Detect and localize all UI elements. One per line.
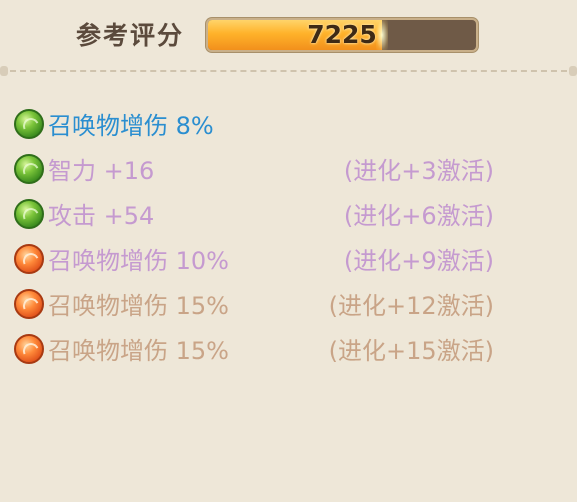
attribute-panel: 参考评分 7225 召唤物增伤 8% 智力 +16 (进化+3激活) 攻击 +5… xyxy=(0,0,577,502)
green-orb-icon xyxy=(14,109,44,139)
attribute-condition: (进化+15激活) xyxy=(328,337,494,365)
orange-orb-icon xyxy=(14,289,44,319)
attribute-row: 召唤物增伤 15% (进化+15激活) xyxy=(12,327,512,372)
score-header: 参考评分 7225 xyxy=(0,0,577,70)
attribute-name: 智力 +16 xyxy=(48,157,155,185)
attribute-condition: (进化+9激活) xyxy=(343,247,494,275)
orange-orb-icon xyxy=(14,334,44,364)
attribute-list: 召唤物增伤 8% 智力 +16 (进化+3激活) 攻击 +54 (进化+6激活)… xyxy=(12,102,512,372)
dashed-divider xyxy=(10,70,567,72)
attribute-name: 攻击 +54 xyxy=(48,202,155,230)
divider-end-left xyxy=(0,66,8,76)
orange-orb-icon xyxy=(14,244,44,274)
divider-end-right xyxy=(569,66,577,76)
attribute-condition: (进化+6激活) xyxy=(343,202,494,230)
attribute-row: 攻击 +54 (进化+6激活) xyxy=(12,192,512,237)
attribute-row: 召唤物增伤 15% (进化+12激活) xyxy=(12,282,512,327)
score-value: 7225 xyxy=(307,20,377,49)
score-label: 参考评分 xyxy=(76,21,185,50)
attribute-row: 召唤物增伤 8% xyxy=(12,102,512,147)
attribute-name: 召唤物增伤 15% xyxy=(48,292,229,320)
score-bar: 7225 xyxy=(208,20,476,50)
attribute-condition: (进化+3激活) xyxy=(343,157,494,185)
attribute-name: 召唤物增伤 10% xyxy=(48,247,229,275)
attribute-condition: (进化+12激活) xyxy=(328,292,494,320)
green-orb-icon xyxy=(14,199,44,229)
attribute-row: 召唤物增伤 10% (进化+9激活) xyxy=(12,237,512,282)
attribute-name: 召唤物增伤 15% xyxy=(48,337,229,365)
green-orb-icon xyxy=(14,154,44,184)
attribute-name: 召唤物增伤 8% xyxy=(48,112,214,140)
attribute-row: 智力 +16 (进化+3激活) xyxy=(12,147,512,192)
